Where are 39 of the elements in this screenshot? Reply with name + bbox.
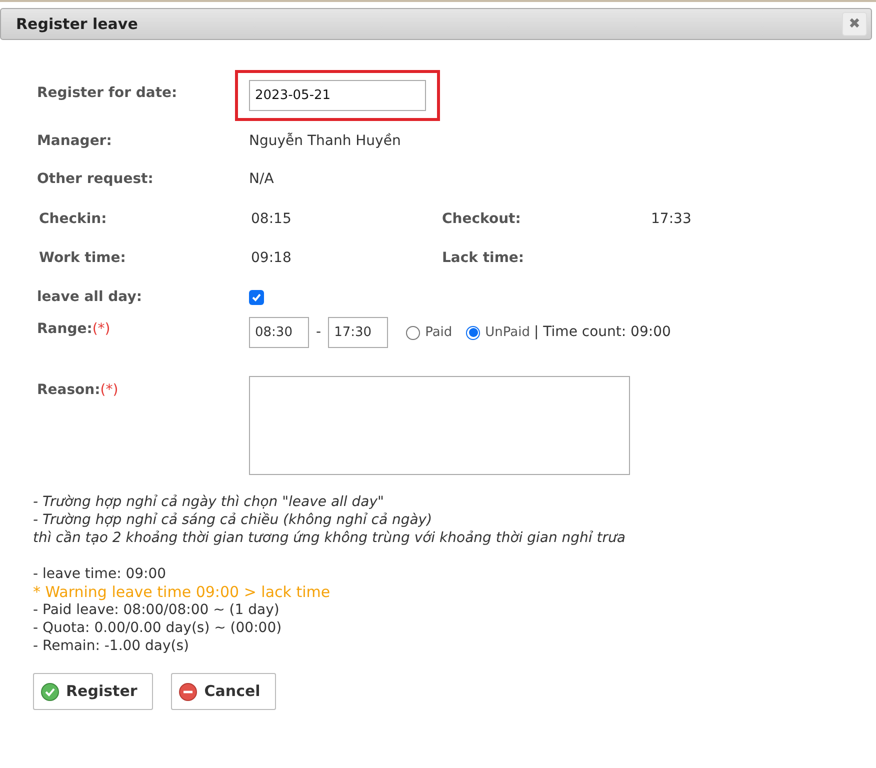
cancel-button[interactable]: Cancel: [171, 673, 276, 710]
time-count: | Time count: 09:00: [534, 323, 671, 342]
date-field[interactable]: 2023-05-21: [249, 80, 426, 111]
close-button[interactable]: ✖: [842, 12, 867, 36]
note-text: - Trường hợp nghỉ cả ngày thì chọn "leave all day": [33, 493, 384, 511]
check-icon: [41, 682, 59, 700]
range-separator: -: [315, 323, 322, 342]
checkbox[interactable]: [249, 290, 264, 305]
field-value: 17:33: [651, 210, 692, 229]
field-label: Work time:: [39, 249, 127, 268]
checkmark-icon: [251, 292, 262, 303]
field-label: leave all day:: [37, 288, 143, 307]
minus-icon: [179, 682, 198, 700]
field-value: Nguyễn Thanh Huyền: [249, 132, 401, 150]
field-value: 09:18: [251, 249, 292, 268]
field-label: Checkin:: [39, 210, 108, 229]
field-label: Manager:: [37, 132, 113, 150]
summary-text: - Paid leave: 08:00/08:00 ~ (1 day): [33, 601, 280, 619]
dialog-title: Register leave: [16, 14, 138, 35]
field-value: N/A: [249, 170, 274, 188]
field-label: Lack time:: [442, 249, 526, 268]
field-label: Range:(*): [37, 320, 112, 339]
field-label: Register for date:: [37, 84, 178, 103]
radio-option[interactable]: UnPaid: [466, 322, 530, 342]
field-label: Reason:(*): [37, 381, 120, 400]
field-label: Checkout:: [442, 210, 522, 229]
note-text: - Trường hợp nghỉ cả sáng cả chiều (không nghỉ cả ngày): [33, 511, 432, 529]
radio-option[interactable]: Paid: [406, 322, 452, 342]
field-label: Other request:: [37, 170, 154, 188]
note-text: thì cần tạo 2 khoảng thời gian tương ứng không trùng với khoảng thời gian nghỉ trưa: [33, 529, 626, 547]
register-button[interactable]: Register: [33, 673, 154, 710]
warning-text: * Warning leave time 09:00 > lack time: [33, 583, 330, 601]
summary-text: - Quota: 0.00/0.00 day(s) ~ (00:00): [33, 619, 282, 637]
time-field[interactable]: 08:30: [249, 317, 309, 348]
time-field[interactable]: 17:30: [328, 317, 388, 348]
summary-text: - leave time: 09:00: [33, 565, 166, 583]
field-value: 08:15: [251, 210, 292, 229]
summary-text: - Remain: -1.00 day(s): [33, 637, 190, 655]
reason-field[interactable]: [249, 376, 630, 475]
